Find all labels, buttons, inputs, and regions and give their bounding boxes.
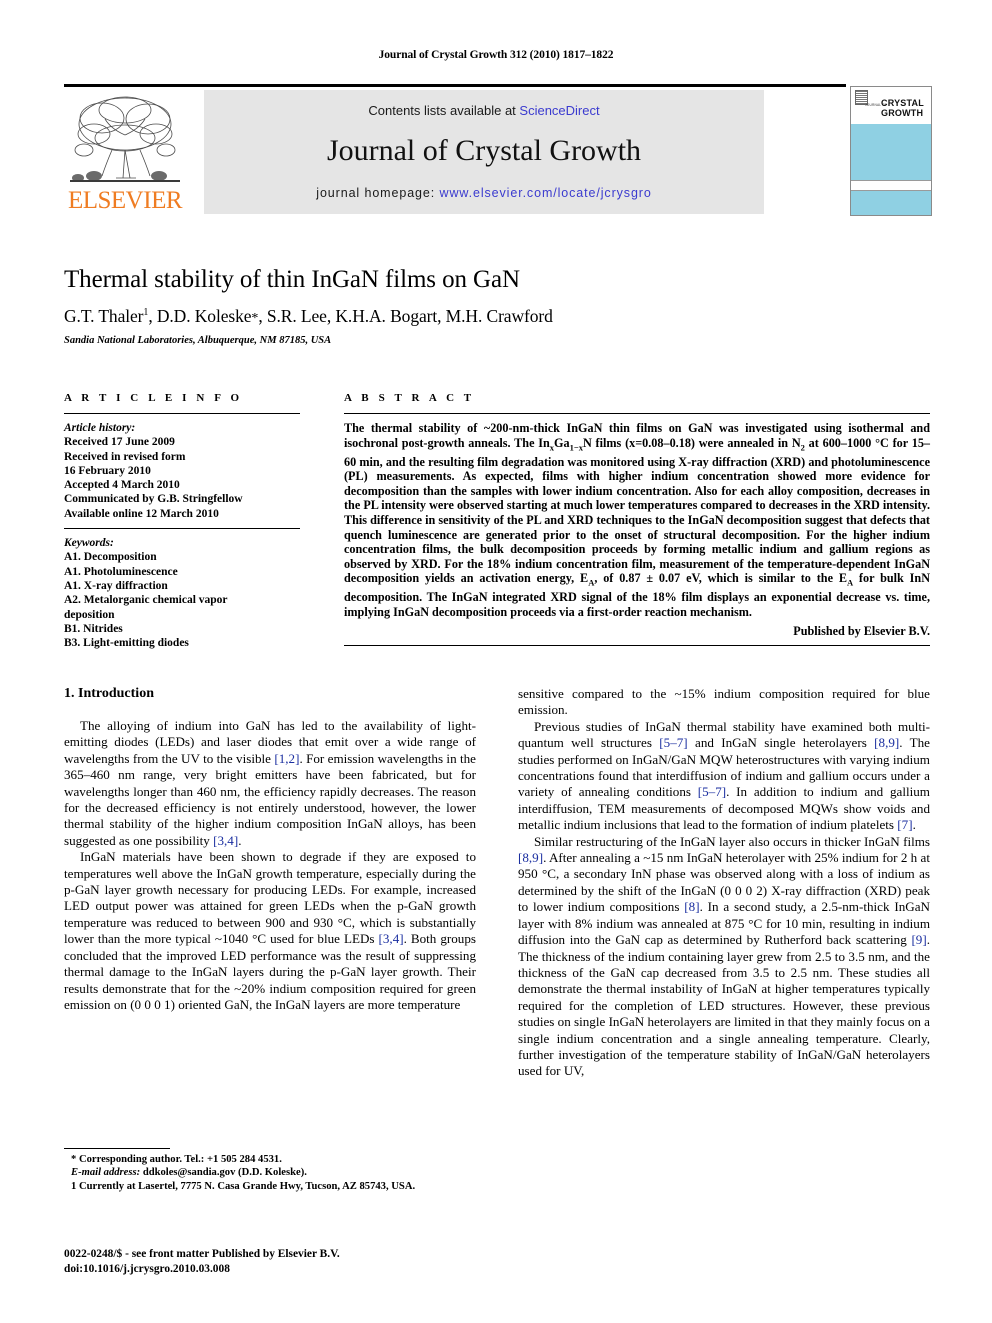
- journal-cover-thumbnail: JOURNAL OF CRYSTAL GROWTH: [850, 86, 932, 216]
- citation-ref[interactable]: [3,4]: [379, 931, 404, 946]
- abstract-rule-bottom: [344, 644, 930, 646]
- keyword-item: A1. Photoluminescence: [64, 565, 178, 578]
- elsevier-wordmark: ELSEVIER: [67, 187, 183, 214]
- paper-page: Journal of Crystal Growth 312 (2010) 181…: [0, 0, 992, 1323]
- running-head: Journal of Crystal Growth 312 (2010) 181…: [378, 49, 614, 61]
- paragraph: InGaN materials have been shown to degra…: [64, 849, 476, 1013]
- abstract-text: The thermal stability of ~200-nm-thick I…: [344, 421, 930, 620]
- paragraph: The alloying of indium into GaN has led …: [64, 718, 476, 849]
- masthead-band: Contents lists available at ScienceDirec…: [204, 90, 764, 214]
- doi-line: doi:10.1016/j.jcrysgro.2010.03.008: [64, 1262, 230, 1275]
- para-text: sensitive compared to the ~15% indium co…: [518, 686, 930, 718]
- citation-ref[interactable]: [9]: [911, 932, 926, 947]
- paragraph: Similar restructuring of the InGaN layer…: [518, 834, 930, 1080]
- footnote-email: E-mail address: ddkoles@sandia.gov (D.D.…: [64, 1166, 476, 1179]
- citation-ref[interactable]: [8,9]: [518, 850, 543, 865]
- cover-header: JOURNAL OF CRYSTAL GROWTH: [851, 87, 931, 124]
- page-title: Thermal stability of thin InGaN films on…: [64, 266, 520, 293]
- para-text: .: [238, 832, 242, 848]
- contents-available-line: Contents lists available at ScienceDirec…: [204, 103, 764, 118]
- paragraph: Previous studies of InGaN thermal stabil…: [518, 719, 930, 834]
- section-heading-introduction: 1. Introduction: [64, 686, 154, 701]
- body-column-left: 1. Introduction The alloying of indium i…: [64, 686, 476, 1013]
- history-line: Received 17 June 2009: [64, 436, 175, 449]
- contents-prefix: Contents lists available at: [368, 103, 520, 118]
- affiliation: Sandia National Laboratories, Albuquerqu…: [64, 335, 332, 346]
- citation-ref[interactable]: [5–7]: [659, 735, 687, 750]
- article-history-label: Article history:: [64, 422, 136, 434]
- title-block: Thermal stability of thin InGaN films on…: [64, 266, 930, 346]
- footnote-rule: [64, 1148, 170, 1149]
- journal-title: Journal of Crystal Growth: [326, 134, 642, 167]
- article-info-rule-mid: [64, 528, 300, 530]
- sciencedirect-link[interactable]: ScienceDirect: [519, 103, 599, 118]
- homepage-link[interactable]: www.elsevier.com/locate/jcrysgro: [440, 186, 652, 200]
- elsevier-tree-icon: [70, 96, 180, 182]
- issn-line: 0022-0248/$ - see front matter Published…: [64, 1248, 340, 1260]
- homepage-prefix: journal homepage:: [316, 186, 440, 200]
- email-value[interactable]: ddkoles@sandia.gov (D.D. Koleske).: [143, 1167, 307, 1178]
- abstract-part-3: N films (x=0.08–0.18) were annealed in N: [582, 435, 801, 450]
- citation-ref[interactable]: [8,9]: [874, 735, 899, 750]
- abstract-column: A B S T R A C T The thermal stability of…: [344, 392, 930, 646]
- keyword-item: deposition: [64, 608, 115, 621]
- paragraph: sensitive compared to the ~15% indium co…: [518, 686, 930, 719]
- abstract-rule-top: [344, 413, 930, 414]
- journal-homepage-line: journal homepage: www.elsevier.com/locat…: [204, 186, 764, 200]
- article-info-heading: A R T I C L E I N F O: [64, 392, 243, 404]
- cover-title-line2: GROWTH: [881, 107, 924, 118]
- keyword-item: B1. Nitrides: [64, 622, 123, 635]
- history-line: Available online 12 March 2010: [64, 507, 219, 520]
- citation-ref[interactable]: [8]: [684, 899, 699, 914]
- para-text: and InGaN single heterolayers: [687, 735, 875, 751]
- footnote-block: * Corresponding author. Tel.: +1 505 284…: [64, 1148, 476, 1193]
- para-text: Similar restructuring of the InGaN layer…: [534, 833, 930, 849]
- author-list: G.T. Thaler1, D.D. Koleske*, S.R. Lee, K…: [64, 306, 553, 326]
- abstract-heading: A B S T R A C T: [344, 392, 475, 404]
- citation-ref[interactable]: [5–7]: [698, 784, 726, 799]
- keywords-label: Keywords:: [64, 537, 114, 550]
- cover-color-band-lower: [851, 191, 931, 215]
- para-text: .: [912, 817, 916, 833]
- elsevier-logo: ELSEVIER: [64, 90, 186, 214]
- citation-ref[interactable]: [3,4]: [213, 833, 238, 848]
- body-column-right: sensitive compared to the ~15% indium co…: [518, 686, 930, 1080]
- article-info-column: A R T I C L E I N F O Article history: R…: [64, 392, 300, 650]
- footnote-corresponding-author: * Corresponding author. Tel.: +1 505 284…: [71, 1154, 282, 1165]
- article-info-rule-top: [64, 413, 300, 414]
- cover-color-band-upper: [851, 124, 931, 180]
- abstract-part-5: , of 0.87 ± 0.07 eV, which is similar to…: [594, 571, 847, 586]
- keyword-item: A1. Decomposition: [64, 551, 157, 564]
- history-line: Received in revised form: [64, 450, 186, 463]
- issn-doi-block: 0022-0248/$ - see front matter Published…: [64, 1247, 484, 1276]
- history-line: Accepted 4 March 2010: [64, 479, 180, 492]
- citation-ref[interactable]: [1,2]: [274, 751, 299, 766]
- masthead-top-rule: [64, 84, 846, 87]
- abstract-sub-1mx: 1−x: [569, 442, 583, 453]
- email-label: E-mail address:: [71, 1167, 141, 1179]
- journal-masthead: ELSEVIER Contents lists available at Sci…: [64, 84, 932, 216]
- cover-title: CRYSTAL GROWTH: [881, 98, 924, 118]
- keyword-item: A2. Metalorganic chemical vapor: [64, 594, 228, 607]
- cover-white-gap: [851, 180, 931, 191]
- keyword-item: A1. X-ray diffraction: [64, 579, 168, 592]
- history-line: 16 February 2010: [64, 464, 151, 477]
- published-by: Published by Elsevier B.V.: [793, 623, 930, 638]
- abstract-part-2: Ga: [554, 435, 570, 450]
- abstract-part-4: at 600–1000 °C for 15–60 min, and the re…: [344, 435, 931, 586]
- citation-ref[interactable]: [7]: [897, 817, 912, 832]
- keyword-item: B3. Light-emitting diodes: [64, 637, 189, 650]
- footnote-current-affiliation: 1 Currently at Lasertel, 7775 N. Casa Gr…: [71, 1180, 416, 1192]
- history-line: Communicated by G.B. Stringfellow: [64, 493, 243, 506]
- para-text: . The thickness of the indium containing…: [518, 932, 930, 1079]
